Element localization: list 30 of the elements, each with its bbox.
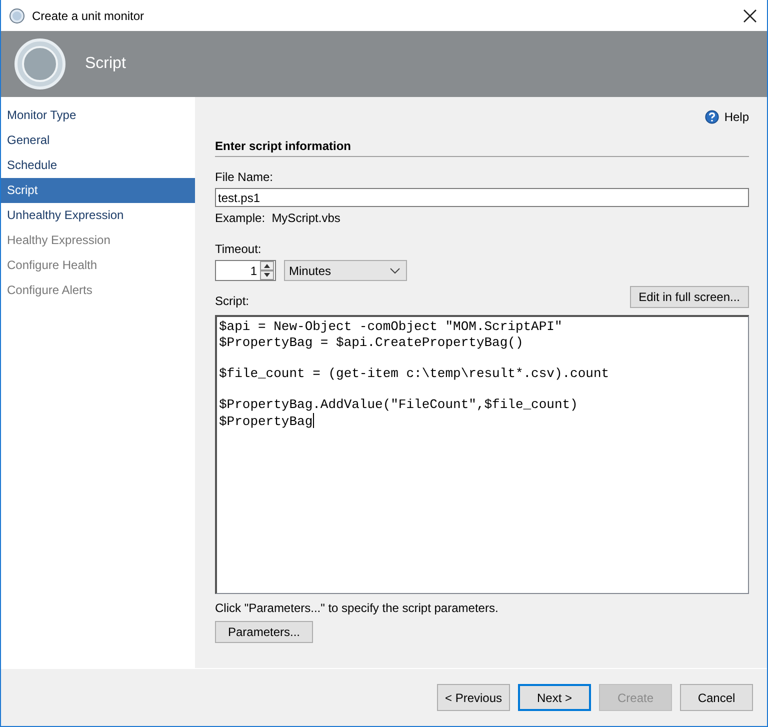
window-title: Create a unit monitor <box>32 8 144 22</box>
help-link[interactable]: Help <box>705 109 749 125</box>
spin-arrows-icon <box>260 261 274 280</box>
wizard-button[interactable]: Next > <box>518 684 591 711</box>
field-label: File Name: <box>215 170 274 184</box>
unit-dropdown[interactable]: Minutes <box>284 260 407 281</box>
field-label: Script: <box>215 294 250 308</box>
spin-field[interactable]: 1 <box>215 260 276 281</box>
sidebar-item[interactable]: Schedule <box>1 153 195 178</box>
page-title: Script <box>85 55 126 73</box>
sidebar-item[interactable]: Unhealthy Expression <box>1 203 195 228</box>
help-icon <box>705 110 720 124</box>
parameters-button[interactable]: Parameters... <box>215 621 313 643</box>
section-heading: Enter script information <box>215 139 749 157</box>
wizard-button[interactable]: Cancel <box>680 684 753 711</box>
code-editor[interactable]: $api = New-Object -comObject "MOM.ScriptAPI" $PropertyBag = $api.CreatePropertyBag() $file_count = (get-item c:\temp\result*.csv).count $PropertyBag.AddValue("FileCount",$file_count) $PropertyBag <box>215 315 749 594</box>
hint-text: Click "Parameters..." to specify the script parameters. <box>215 601 500 615</box>
close-icon <box>743 8 757 22</box>
example-text: Example: MyScript.vbs <box>215 211 342 225</box>
sidebar-item[interactable]: Monitor Type <box>1 103 195 128</box>
sidebar-item[interactable]: General <box>1 128 195 153</box>
text-cursor <box>312 412 314 428</box>
sidebar-item[interactable]: Script <box>1 178 195 203</box>
field-label: Timeout: <box>215 242 262 256</box>
chevron-down-icon <box>390 268 400 274</box>
edit-full-screen-button[interactable]: Edit in full screen... <box>630 286 749 308</box>
circle-icon <box>14 38 66 90</box>
input-field[interactable]: test.ps1 <box>215 188 749 207</box>
circle-icon <box>9 8 25 24</box>
wizard-button[interactable]: < Previous <box>437 684 510 711</box>
